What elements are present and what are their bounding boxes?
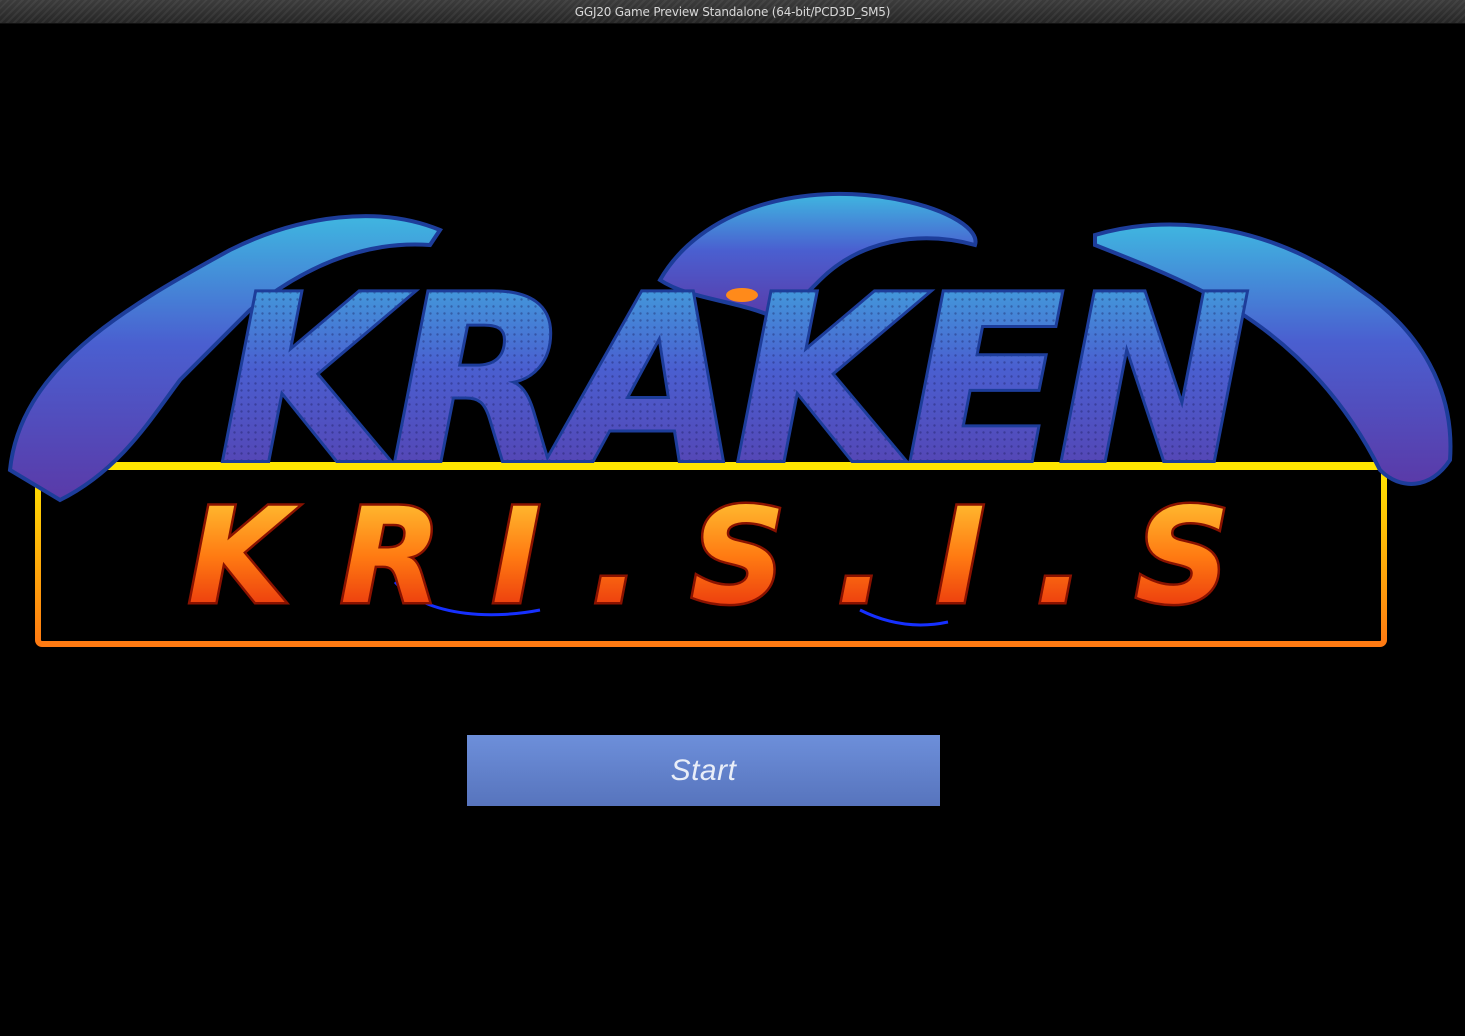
start-button-label: Start (670, 753, 737, 787)
start-button[interactable]: Start (467, 735, 940, 806)
logo-krisis-text: K R I . S . I . S (188, 480, 1232, 634)
window-title: GGJ20 Game Preview Standalone (64-bit/PC… (574, 5, 891, 19)
game-window: GGJ20 Game Preview Standalone (64-bit/PC… (0, 0, 1465, 1036)
kraken-dot-overlay: KRAKEN (219, 248, 1246, 515)
window-titlebar[interactable]: GGJ20 Game Preview Standalone (64-bit/PC… (0, 0, 1465, 24)
game-logo: KRAKEN KRAKEN K R I . S . I . S (7, 192, 1453, 647)
